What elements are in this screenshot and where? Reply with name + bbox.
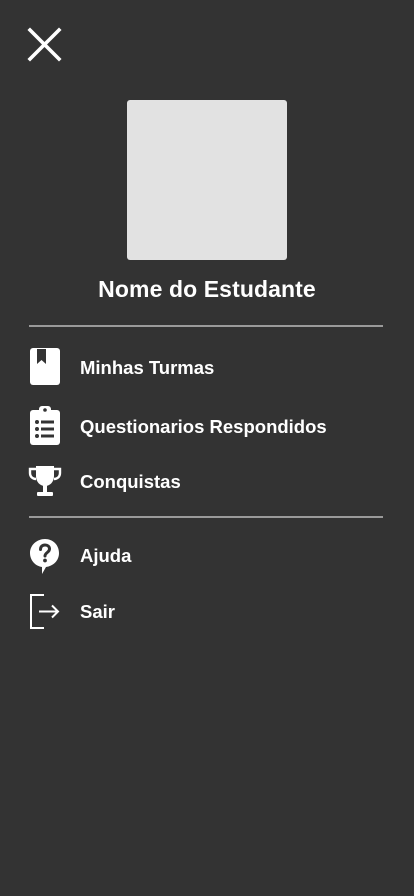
- bookmark-book-icon: [28, 348, 62, 388]
- logout-icon: [28, 593, 62, 633]
- menu-item-label: Sair: [80, 601, 115, 622]
- clipboard-list-icon: [28, 406, 62, 446]
- menu-item-sair[interactable]: Sair: [0, 593, 414, 641]
- avatar: [127, 100, 287, 260]
- close-button[interactable]: [26, 26, 64, 64]
- trophy-icon: [28, 464, 62, 504]
- student-name: Nome do Estudante: [98, 276, 316, 302]
- divider: [29, 516, 383, 518]
- menu-item-label: Questionarios Respondidos: [80, 416, 327, 437]
- divider: [29, 325, 383, 327]
- help-bubble-icon: [28, 537, 62, 577]
- menu-item-ajuda[interactable]: Ajuda: [0, 537, 414, 585]
- close-icon: [27, 27, 62, 62]
- menu-item-label: Minhas Turmas: [80, 357, 215, 378]
- menu-item-label: Conquistas: [80, 471, 181, 492]
- menu-item-questionarios-respondidos[interactable]: Questionarios Respondidos: [0, 406, 414, 454]
- menu-item-conquistas[interactable]: Conquistas: [0, 464, 414, 512]
- menu-item-label: Ajuda: [80, 545, 132, 566]
- menu-item-minhas-turmas[interactable]: Minhas Turmas: [0, 348, 414, 396]
